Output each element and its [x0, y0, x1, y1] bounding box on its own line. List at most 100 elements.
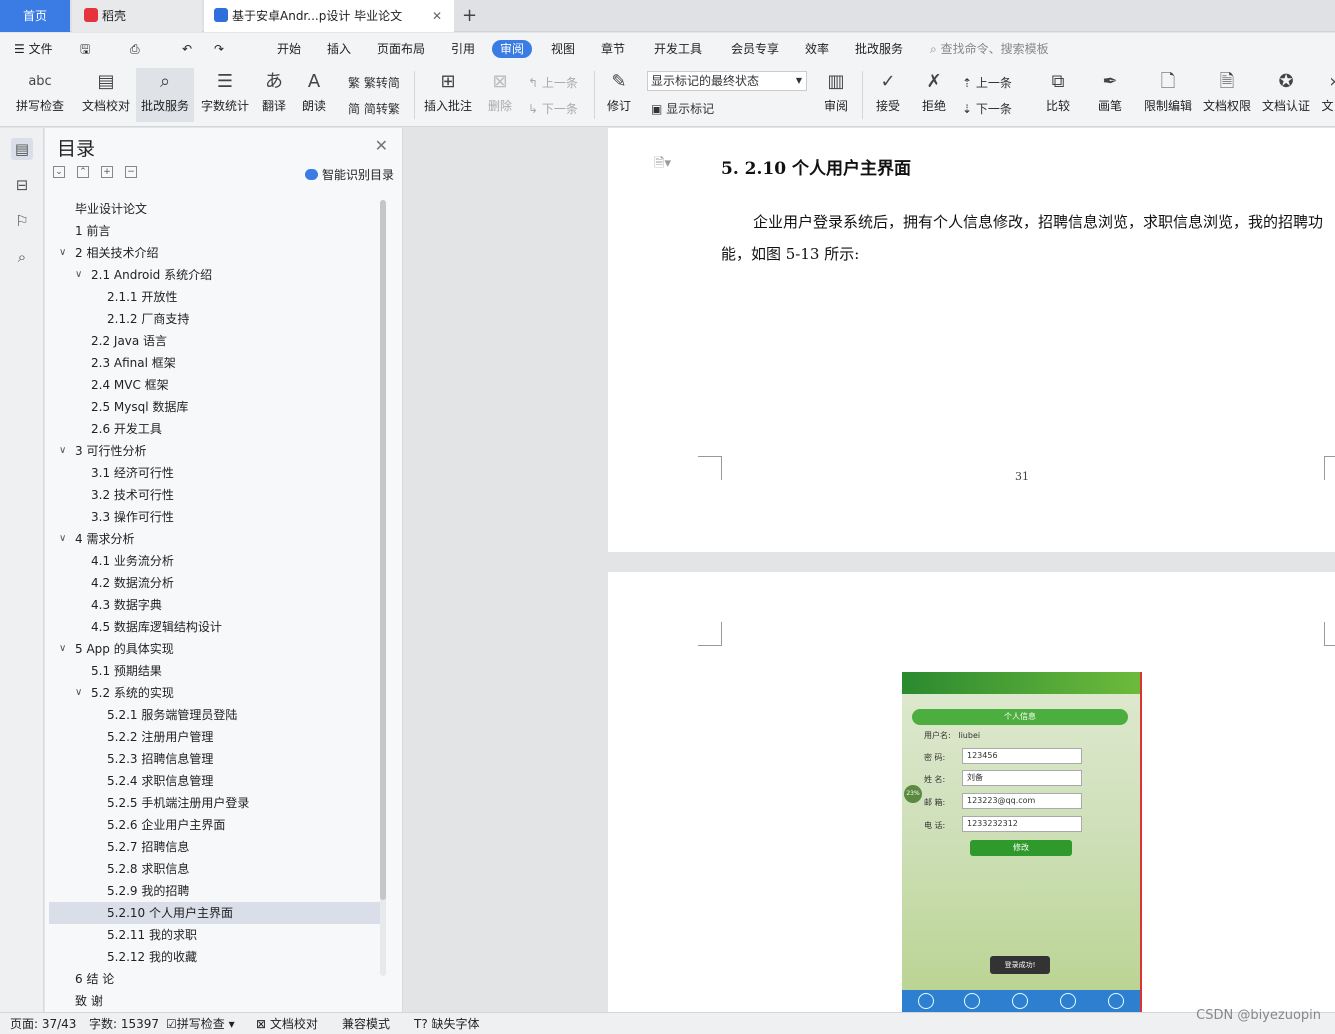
- trad-to-simp-button[interactable]: 繁 繁转简: [348, 75, 400, 91]
- toc-item[interactable]: 5.2.4 求职信息管理: [49, 770, 383, 792]
- prev-change-button[interactable]: ⇡ 上一条: [962, 75, 1012, 91]
- toc-item[interactable]: 3.3 操作可行性: [49, 506, 383, 528]
- toc-item[interactable]: 2.1.1 开放性: [49, 286, 383, 308]
- smart-toc-button[interactable]: 智能识别目录: [304, 166, 394, 183]
- tab-home[interactable]: 首页: [0, 0, 70, 32]
- tab-document[interactable]: 基于安卓Andr...p设计 毕业论文 ✕: [204, 0, 454, 32]
- markup-state-select[interactable]: 显示标记的最终状态 ▼: [647, 71, 807, 91]
- review-service-button[interactable]: ⌕ 批改服务: [136, 68, 194, 122]
- toc-item[interactable]: 5.2.7 招聘信息: [49, 836, 383, 858]
- toc-item[interactable]: 4.1 业务流分析: [49, 550, 383, 572]
- undo-icon[interactable]: ↶: [182, 40, 192, 58]
- reject-button[interactable]: ✗ 拒绝: [914, 69, 954, 114]
- command-search[interactable]: ⌕ 查找命令、搜索模板: [930, 40, 1049, 58]
- toc-item[interactable]: 5.2.3 招聘信息管理: [49, 748, 383, 770]
- menu-view[interactable]: 视图: [551, 40, 575, 58]
- review-pane-button[interactable]: ▥ 审阅: [816, 69, 856, 114]
- expand-caret-icon[interactable]: ∨: [75, 264, 82, 286]
- toc-item[interactable]: ∨ 4 需求分析: [49, 528, 383, 550]
- doc-proof-status[interactable]: ⊠ 文档校对: [256, 1016, 318, 1032]
- menu-layout[interactable]: 页面布局: [377, 40, 425, 58]
- prev-comment-button[interactable]: ↰ 上一条: [528, 75, 578, 91]
- toc-item[interactable]: 5.1 预期结果: [49, 660, 383, 682]
- toc-item[interactable]: ∨ 5.2 系统的实现: [49, 682, 383, 704]
- expand-caret-icon[interactable]: ∨: [59, 638, 66, 660]
- translate-button[interactable]: あ翻译: [256, 69, 292, 114]
- toc-item[interactable]: 3.2 技术可行性: [49, 484, 383, 506]
- next-comment-button[interactable]: ↳ 下一条: [528, 101, 578, 117]
- menu-member[interactable]: 会员专享: [731, 40, 779, 58]
- expand-caret-icon[interactable]: ∨: [75, 682, 82, 704]
- word-count[interactable]: 字数: 15397: [89, 1016, 159, 1032]
- tab-daoke[interactable]: 稻壳: [72, 0, 202, 32]
- menu-correction[interactable]: 批改服务: [855, 40, 903, 58]
- toc-item[interactable]: 5.2.8 求职信息: [49, 858, 383, 880]
- menu-chapter[interactable]: 章节: [601, 40, 625, 58]
- expand-caret-icon[interactable]: ∨: [59, 528, 66, 550]
- remove-icon[interactable]: −: [125, 166, 137, 178]
- expand-all-icon[interactable]: ⌃: [77, 166, 89, 178]
- toc-item[interactable]: 3.1 经济可行性: [49, 462, 383, 484]
- more-button[interactable]: ›文: [1320, 69, 1335, 114]
- menu-insert[interactable]: 插入: [327, 40, 351, 58]
- track-changes-button[interactable]: ✎ 修订: [600, 69, 638, 114]
- toc-item[interactable]: 5.2.2 注册用户管理: [49, 726, 383, 748]
- document-page[interactable]: 个人信息 用户名: liubei 密 码: 123456 姓 名: 刘备 邮 箱…: [608, 572, 1335, 1012]
- toc-item[interactable]: 2.2 Java 语言: [49, 330, 383, 352]
- expand-caret-icon[interactable]: ∨: [59, 242, 66, 264]
- toc-item[interactable]: ∨ 2.1 Android 系统介绍: [49, 264, 383, 286]
- save-icon[interactable]: 🖫: [80, 40, 90, 58]
- bookmark-icon[interactable]: ⚐: [11, 210, 33, 232]
- insert-comment-button[interactable]: ⊞ 插入批注: [420, 69, 476, 114]
- toc-item[interactable]: 毕业设计论文: [49, 198, 383, 220]
- missing-font-status[interactable]: T? 缺失字体: [414, 1016, 480, 1032]
- delete-comment-button[interactable]: ⊠ 删除: [480, 69, 520, 114]
- document-area[interactable]: 🗎▾ 5. 2.10 个人用户主界面 企业用户登录系统后，拥有个人信息修改，招聘…: [404, 128, 1335, 1012]
- toc-panel-icon[interactable]: ▤: [11, 138, 33, 160]
- toc-item[interactable]: 致 谢: [49, 990, 383, 1010]
- toc-item[interactable]: 5.2.12 我的收藏: [49, 946, 383, 968]
- simp-to-trad-button[interactable]: 简 简转繁: [348, 101, 400, 117]
- toc-item[interactable]: 2.3 Afinal 框架: [49, 352, 383, 374]
- toc-item[interactable]: 5.2.1 服务端管理员登陆: [49, 704, 383, 726]
- toc-item[interactable]: 2.5 Mysql 数据库: [49, 396, 383, 418]
- toc-item[interactable]: ∨ 5 App 的具体实现: [49, 638, 383, 660]
- print-icon[interactable]: ⎙: [130, 40, 140, 58]
- close-icon[interactable]: ✕: [432, 0, 442, 32]
- pen-button[interactable]: ✒ 画笔: [1092, 69, 1128, 114]
- menu-devtools[interactable]: 开发工具: [654, 40, 702, 58]
- scrollbar-thumb[interactable]: [380, 200, 386, 900]
- spell-check-status[interactable]: ☑拼写检查 ▾: [166, 1016, 235, 1032]
- toc-item[interactable]: 1 前言: [49, 220, 383, 242]
- read-aloud-button[interactable]: A 朗读: [296, 69, 332, 114]
- menu-efficiency[interactable]: 效率: [805, 40, 829, 58]
- toc-item[interactable]: 4.2 数据流分析: [49, 572, 383, 594]
- toc-item[interactable]: 5.2.5 手机端注册用户登录: [49, 792, 383, 814]
- expand-caret-icon[interactable]: ∨: [59, 440, 66, 462]
- toc-item[interactable]: 5.2.6 企业用户主界面: [49, 814, 383, 836]
- doc-certify-button[interactable]: ✪ 文档认证: [1258, 69, 1314, 114]
- collapse-all-icon[interactable]: ⌄: [53, 166, 65, 178]
- menu-start[interactable]: 开始: [277, 40, 301, 58]
- toc-item[interactable]: 4.5 数据库逻辑结构设计: [49, 616, 383, 638]
- toc-item[interactable]: ∨ 3 可行性分析: [49, 440, 383, 462]
- search-icon[interactable]: ⌕: [11, 246, 33, 268]
- next-change-button[interactable]: ⇣ 下一条: [962, 101, 1012, 117]
- show-markup-button[interactable]: ▣ 显示标记: [651, 101, 714, 117]
- toc-item[interactable]: 5.2.11 我的求职: [49, 924, 383, 946]
- doc-options-icon[interactable]: 🗎▾: [654, 154, 671, 176]
- menu-review[interactable]: 审阅: [492, 40, 533, 58]
- restrict-edit-button[interactable]: 🗋 限制编辑: [1140, 69, 1196, 114]
- toc-item[interactable]: 5.2.10 个人用户主界面: [49, 902, 383, 924]
- toc-item[interactable]: 5.2.9 我的招聘: [49, 880, 383, 902]
- toc-item[interactable]: 4.3 数据字典: [49, 594, 383, 616]
- toc-item[interactable]: 2.6 开发工具: [49, 418, 383, 440]
- file-menu[interactable]: ☰ 文件: [14, 40, 53, 58]
- document-page[interactable]: 🗎▾ 5. 2.10 个人用户主界面 企业用户登录系统后，拥有个人信息修改，招聘…: [608, 128, 1335, 552]
- accept-button[interactable]: ✓ 接受: [868, 69, 908, 114]
- doc-permission-button[interactable]: 🗎 文档权限: [1200, 69, 1254, 114]
- toc-item[interactable]: ∨ 2 相关技术介绍: [49, 242, 383, 264]
- add-icon[interactable]: +: [101, 166, 113, 178]
- toc-item[interactable]: 6 结 论: [49, 968, 383, 990]
- doc-proof-button[interactable]: ▤ 文档校对: [78, 69, 134, 114]
